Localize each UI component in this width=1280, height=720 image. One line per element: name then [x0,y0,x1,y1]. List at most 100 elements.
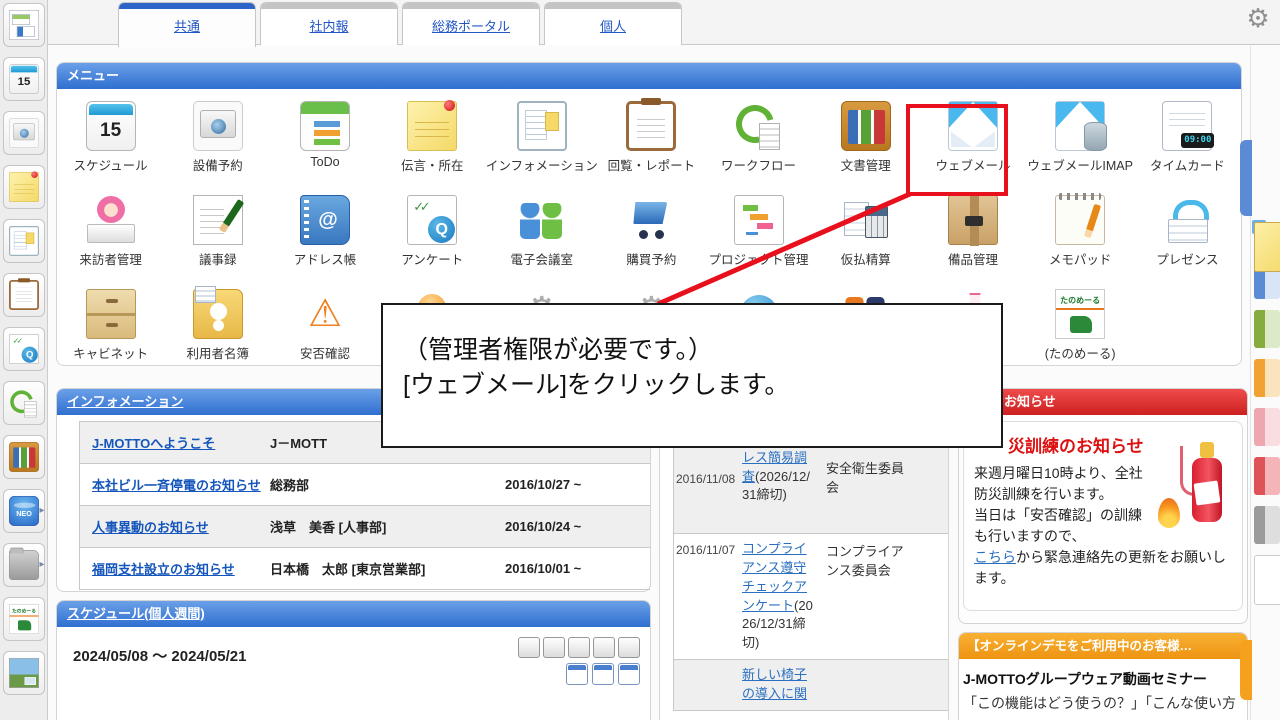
portal-tab[interactable]: 共通 [118,2,256,47]
sidebar-shortcut[interactable] [3,219,45,263]
information-link[interactable]: 福岡支社設立のお知らせ [92,562,235,577]
information-row[interactable]: 人事異動のお知らせ 浅草 美香 [人事部] 2016/10/24 ~ [80,506,650,548]
schedule-nav-button[interactable] [518,637,540,658]
survey-row[interactable]: 2016/11/07 コンプライアンス遵守チェックアンケート(2026/12/3… [674,534,948,660]
menu-app-item[interactable]: 文書管理 [812,95,919,189]
menu-app-icon [407,195,457,245]
menu-app-icon [626,195,676,245]
tab-accent-bar [261,3,397,9]
menu-app-label: (たのめーる) [1045,343,1116,362]
menu-app-item[interactable]: 利用者名簿 [164,283,271,369]
menu-app-item[interactable]: タイムカード [1134,95,1241,189]
menu-app-label: タイムカード [1150,155,1225,174]
menu-app-label: 安否確認 [300,343,350,362]
menu-app-icon [1055,101,1105,151]
portal-design-strip [1254,222,1280,583]
calendar-view-button[interactable] [592,663,614,685]
sidebar-shortcut[interactable] [3,543,45,587]
sidebar-shortcut-icon [8,64,38,94]
menu-app-item[interactable]: インフォメーション [486,95,598,189]
menu-app-item[interactable]: (たのめーる) [1027,283,1134,369]
portal-tabs: 共通 社内報 総務ポータル 個人 [118,2,682,45]
portal-color-swatch[interactable] [1254,555,1280,583]
sidebar-shortcut[interactable] [3,489,45,533]
menu-app-icon [517,195,567,245]
schedule-panel-header[interactable]: スケジュール(個人週間) [57,601,650,627]
sidebar-shortcut[interactable] [3,111,45,155]
information-date: 2016/10/01 ~ [505,561,650,576]
menu-panel-header: メニュー [57,63,1241,89]
menu-app-icon [86,101,136,151]
schedule-nav-button[interactable] [568,637,590,658]
menu-app-item[interactable]: ToDo [271,95,378,189]
sidebar-shortcut[interactable] [3,165,45,209]
information-date: 2016/10/27 ~ [505,477,650,492]
menu-app-item[interactable]: メモパッド [1027,189,1134,283]
information-author: 浅草 美香 [人事部] [270,517,505,536]
settings-gear-icon[interactable]: ⚙ [1242,2,1274,34]
portal-color-swatch[interactable] [1254,506,1280,544]
menu-app-item[interactable]: 回覧・レポート [598,95,705,189]
sidebar-shortcut[interactable] [3,3,45,47]
sidebar-shortcut-icon [8,442,38,472]
sidebar-shortcut[interactable] [3,651,45,695]
information-row[interactable]: 福岡支社設立のお知らせ 日本橋 太郎 [東京営業部] 2016/10/01 ~ [80,548,650,590]
sidebar-shortcut[interactable] [3,327,45,371]
menu-app-label: 電子会議室 [511,249,574,268]
menu-app-item[interactable]: 設備予約 [164,95,271,189]
menu-app-icon [300,289,350,339]
menu-app-icon [517,101,567,151]
information-link[interactable]: 人事異動のお知らせ [92,520,209,535]
portal-color-swatch[interactable] [1254,457,1280,495]
sidebar [0,0,48,720]
sidebar-shortcut[interactable] [3,57,45,101]
menu-app-item[interactable]: 議事録 [164,189,271,283]
calendar-view-button[interactable] [566,663,588,685]
schedule-nav-button[interactable] [618,637,640,658]
schedule-panel: スケジュール(個人週間) 2024/05/08 ～ 2024/05/21 [56,600,651,720]
information-link[interactable]: J-MOTTOへようこそ [92,436,215,451]
information-author: 日本橋 太郎 [東京営業部] [270,559,505,578]
portal-tab[interactable]: 個人 [544,2,682,45]
menu-app-item[interactable]: アドレス帳 [271,189,378,283]
information-link[interactable]: 本社ビル一斉停電のお知らせ [92,478,261,493]
calendar-view-button[interactable] [618,663,640,685]
menu-app-item[interactable]: 伝言・所在 [379,95,486,189]
menu-app-item[interactable]: アンケート [379,189,486,283]
portal-color-swatch[interactable] [1254,408,1280,446]
sidebar-shortcut-icon [8,388,38,418]
menu-app-icon [734,101,784,151]
menu-app-item[interactable]: プレゼンス [1134,189,1241,283]
menu-app-item[interactable]: 備品管理 [919,189,1026,283]
menu-app-icon [1162,195,1212,245]
edge-strip-icon [1254,555,1280,605]
menu-app-item[interactable]: 来訪者管理 [57,189,164,283]
survey-row[interactable]: 新しい椅子の導入に関 [674,660,948,711]
portal-tab[interactable]: 社内報 [260,2,398,45]
menu-app-item[interactable]: スケジュール [57,95,164,189]
menu-app-item[interactable]: キャビネット [57,283,164,369]
portal-color-swatch[interactable] [1254,359,1280,397]
menu-app-item[interactable]: ワークフロー [705,95,812,189]
information-row[interactable]: 本社ビル一斉停電のお知らせ 総務部 2016/10/27 ~ [80,464,650,506]
sidebar-shortcut-icon [8,172,38,202]
sidebar-shortcut[interactable] [3,381,45,425]
schedule-nav-button[interactable] [543,637,565,658]
portal-color-swatch[interactable] [1254,310,1280,348]
tutorial-text-line2: [ウェブメール]をクリックします。 [403,368,1001,403]
sidebar-shortcut[interactable] [3,435,45,479]
menu-app-item[interactable]: 安否確認 [271,283,378,369]
menu-app-item[interactable]: 購買予約 [598,189,705,283]
menu-app-icon [86,289,136,339]
menu-app-item[interactable]: 電子会議室 [486,189,598,283]
menu-app-item[interactable]: 仮払精算 [812,189,919,283]
survey-link[interactable]: 新しい椅子の導入に関 [742,667,807,701]
menu-app-item[interactable]: ウェブメールIMAP [1027,95,1134,189]
menu-app-item[interactable]: プロジェクト管理 [705,189,812,283]
portal-tab[interactable]: 総務ポータル [402,2,540,45]
emergency-contact-link[interactable]: こちら [974,549,1016,565]
sidebar-shortcut[interactable] [3,273,45,317]
sidebar-shortcut[interactable] [3,597,45,641]
schedule-nav-button[interactable] [593,637,615,658]
portal-color-swatch[interactable] [1254,222,1280,250]
